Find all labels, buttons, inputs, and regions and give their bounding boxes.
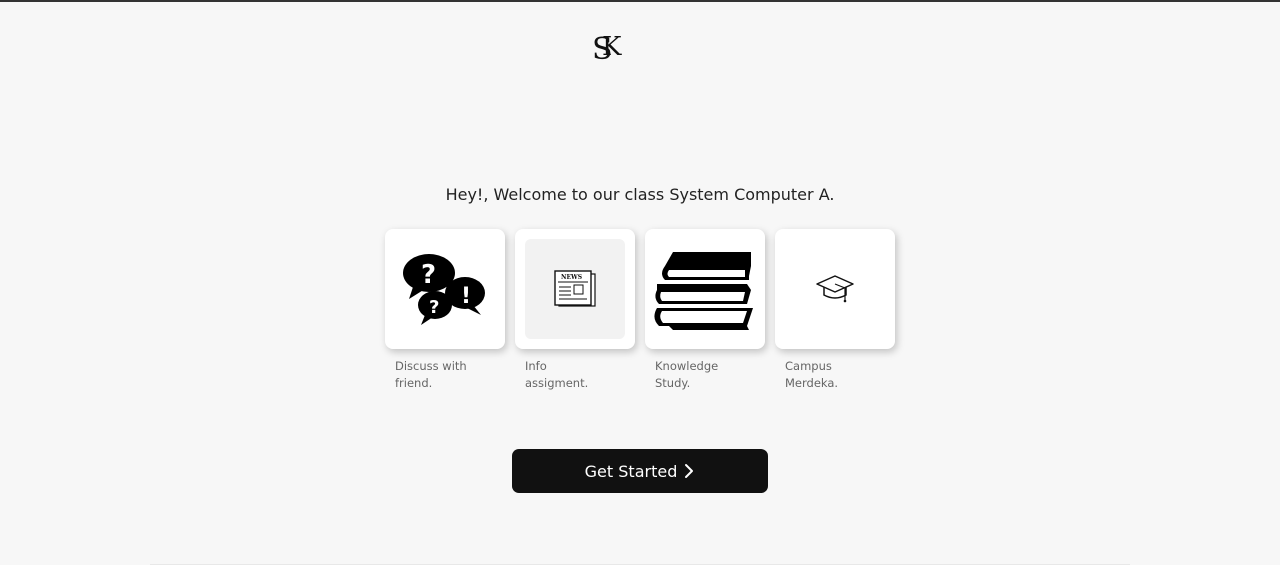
- card-campus-tile[interactable]: [775, 229, 895, 349]
- stack-of-books-icon: [654, 252, 753, 330]
- card-knowledge[interactable]: Knowledge Study.: [645, 229, 765, 392]
- sk-logo[interactable]: S K: [590, 29, 622, 67]
- card-info-label: Info assigment.: [525, 359, 589, 390]
- card-info[interactable]: NEWS Info assigment.: [515, 229, 635, 392]
- card-campus-label: Campus Merdeka.: [785, 359, 839, 390]
- card-discuss[interactable]: ? ! ? Discuss with friend.: [385, 229, 505, 392]
- card-discuss-tile[interactable]: ? ! ?: [385, 229, 505, 349]
- svg-text:?: ?: [421, 260, 436, 290]
- newspaper-icon: NEWS: [554, 270, 596, 307]
- speech-bubbles-question-icon: ? ! ?: [403, 254, 485, 325]
- card-knowledge-tile[interactable]: [645, 229, 765, 349]
- get-started-button[interactable]: Get Started: [512, 449, 768, 493]
- newspaper-title: NEWS: [561, 274, 582, 281]
- card-campus[interactable]: Campus Merdeka.: [775, 229, 895, 392]
- card-discuss-label: Discuss with friend.: [395, 359, 467, 390]
- graduation-cap-icon: [816, 275, 854, 303]
- card-knowledge-label: Knowledge Study.: [655, 359, 719, 390]
- svg-text:!: !: [461, 284, 471, 309]
- chevron-right-icon: [685, 464, 694, 478]
- get-started-label: Get Started: [584, 461, 678, 481]
- svg-text:?: ?: [429, 297, 439, 318]
- feature-cards: ? ! ? Discuss with friend. NEWS Info ass…: [385, 229, 895, 392]
- welcome-heading: Hey!, Welcome to our class System Comput…: [445, 185, 835, 204]
- svg-text:K: K: [602, 32, 622, 62]
- card-info-tile[interactable]: NEWS: [515, 229, 635, 349]
